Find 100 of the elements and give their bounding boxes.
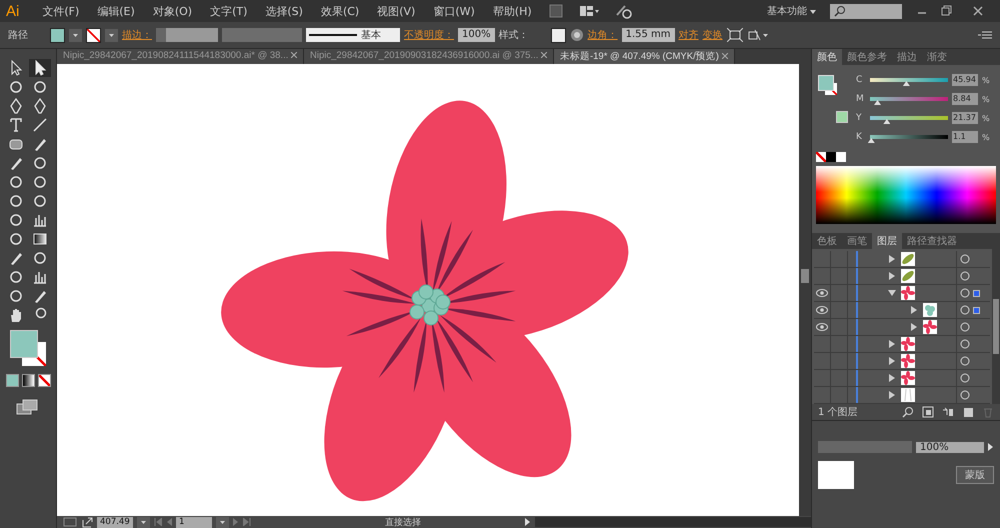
panel-tab[interactable]: 路径查找器 [902, 233, 962, 249]
share-icon[interactable] [81, 516, 93, 528]
panel-tab[interactable]: 色板 [812, 233, 842, 249]
transform-link[interactable]: 变换 [702, 28, 723, 42]
bridge-icon[interactable] [548, 4, 563, 18]
quick-color-swatch[interactable] [826, 152, 836, 162]
selection-indicator[interactable] [973, 290, 980, 296]
target-circle-icon[interactable] [960, 373, 970, 383]
stroke-none-swatch[interactable] [86, 28, 101, 42]
panel-tab[interactable]: 渐变 [922, 49, 952, 65]
horizontal-scrollbar[interactable] [535, 517, 811, 527]
search-field[interactable] [830, 4, 902, 18]
search-icon[interactable] [902, 406, 914, 418]
target-circle-icon[interactable] [960, 271, 970, 281]
color-spectrum[interactable] [816, 166, 996, 224]
align-link[interactable]: 对齐 [678, 28, 699, 42]
layer-row[interactable] [814, 353, 990, 370]
eye-icon[interactable] [816, 323, 828, 331]
target-circle-icon[interactable] [960, 254, 970, 264]
color-mode-button[interactable] [6, 374, 18, 387]
target-circle-icon[interactable] [960, 322, 970, 332]
opacity-field[interactable]: 100% [458, 28, 495, 42]
collapsed-triangle-icon[interactable] [888, 340, 896, 348]
menu-item[interactable]: 编辑(E) [88, 4, 144, 18]
stroke-link[interactable]: 描边： [122, 28, 152, 42]
layer-row[interactable] [814, 268, 990, 285]
gradient-mode-button[interactable] [22, 374, 34, 387]
opacity-link[interactable]: 不透明度： [404, 28, 454, 42]
none-mode-button[interactable] [38, 374, 50, 387]
target-circle-icon[interactable] [960, 305, 970, 315]
collapsed-triangle-icon[interactable] [888, 357, 896, 365]
collapsed-triangle-icon[interactable] [910, 306, 918, 314]
expanded-triangle-icon[interactable] [888, 289, 896, 297]
menu-item[interactable]: 窗口(W) [424, 4, 484, 18]
close-icon[interactable] [540, 52, 547, 58]
layer-row[interactable] [814, 336, 990, 353]
channel-value-field[interactable]: 8.84 [952, 93, 978, 105]
slider-thumb[interactable] [874, 100, 882, 105]
layer-row[interactable] [814, 302, 990, 319]
collapsed-triangle-icon[interactable] [910, 323, 918, 331]
selection-indicator[interactable] [973, 306, 980, 314]
corner-radius-field[interactable]: 1.55 mm [622, 28, 675, 42]
channel-value-field[interactable]: 21.37 [952, 112, 978, 124]
make-mask-button[interactable]: 蒙版 [956, 466, 994, 484]
panel-tab[interactable]: 画笔 [842, 233, 872, 249]
layer-row[interactable] [814, 319, 990, 336]
arrange-documents-icon[interactable] [578, 4, 599, 18]
artboard-number-field[interactable]: 1 [176, 516, 212, 528]
panel-tab[interactable]: 描边 [892, 49, 922, 65]
brush-definition-dropdown[interactable]: 基本 [306, 28, 400, 42]
slider-thumb[interactable] [902, 81, 910, 86]
menu-item[interactable]: 帮助(H) [484, 4, 541, 18]
layers-scrollbar[interactable] [992, 249, 1000, 404]
new-layer-icon[interactable] [962, 406, 974, 418]
slider-thumb[interactable] [883, 119, 890, 124]
sync-icon[interactable] [614, 3, 633, 19]
globe-icon[interactable] [570, 28, 584, 42]
menu-item[interactable]: 视图(V) [368, 4, 424, 18]
new-sublayer-icon[interactable] [942, 406, 954, 418]
stroke-weight-field[interactable] [156, 28, 218, 42]
close-icon[interactable] [291, 52, 297, 58]
target-circle-icon[interactable] [960, 288, 970, 298]
quick-color-swatch[interactable] [836, 152, 846, 162]
channel-value-field[interactable]: 45.94 [952, 74, 978, 86]
layer-row[interactable] [814, 251, 990, 268]
target-circle-icon[interactable] [960, 339, 970, 349]
document-tab[interactable]: 未标题-19* @ 407.49% (CMYK/预览) [554, 49, 735, 64]
screen-mode-icon[interactable] [16, 399, 40, 415]
slider-thumb[interactable] [868, 138, 875, 143]
target-circle-icon[interactable] [960, 390, 970, 400]
layer-row[interactable] [814, 285, 990, 302]
opacity-slider-arrow[interactable] [988, 443, 994, 451]
document-tab[interactable]: Nipic_29842067_20190903182436916000.ai @ 375... [304, 49, 554, 64]
menu-item[interactable]: 选择(S) [256, 4, 312, 18]
panel-tab[interactable]: 颜色 [812, 49, 842, 65]
opacity-field[interactable]: 100% [916, 442, 984, 452]
target-circle-icon[interactable] [960, 356, 970, 366]
vertical-scrollbar[interactable] [799, 64, 811, 516]
menu-item[interactable]: 效果(C) [312, 4, 368, 18]
workspace-switcher[interactable]: 基本功能 [752, 4, 830, 18]
menu-item[interactable]: 文件(F) [33, 4, 88, 18]
eye-icon[interactable] [816, 289, 828, 297]
none-swatch[interactable] [816, 152, 826, 162]
panel-menu-icon[interactable] [978, 30, 992, 40]
menu-item[interactable]: 文字(T) [201, 4, 256, 18]
clipping-mask-icon[interactable] [922, 406, 934, 418]
fill-stroke-swatches-drawing[interactable] [816, 75, 838, 97]
style-swatch[interactable] [550, 28, 566, 42]
fill-color-swatch[interactable] [50, 28, 65, 42]
collapsed-triangle-icon[interactable] [888, 255, 896, 263]
out-of-web-color-swatch[interactable] [836, 111, 848, 123]
panel-tab[interactable]: 颜色参考 [842, 49, 892, 65]
collapsed-triangle-icon[interactable] [888, 374, 896, 382]
collapsed-triangle-icon[interactable] [888, 272, 896, 280]
panel-tab[interactable]: 图层 [872, 233, 902, 249]
document-tab[interactable]: Nipic_29842067_20190824111544183000.ai* @ 38... [57, 49, 304, 64]
layer-row[interactable] [814, 370, 990, 387]
channel-value-field[interactable]: 1.1 [952, 131, 978, 143]
select-similar-icon[interactable] [746, 28, 769, 42]
status-menu-arrow[interactable] [525, 518, 531, 526]
